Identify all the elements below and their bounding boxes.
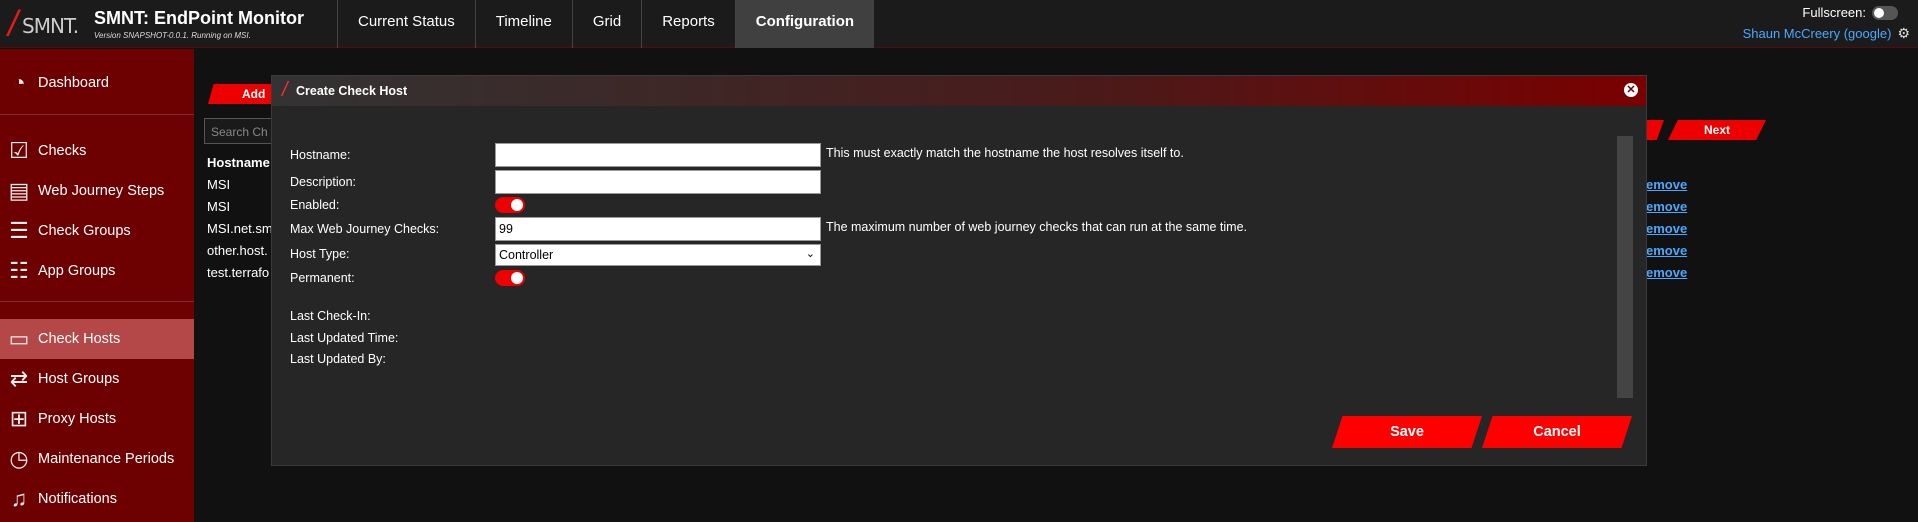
sidebar-item-label: Host Groups [38,371,120,387]
sidebar-item-label: Web Journey Steps [38,183,165,199]
close-icon[interactable]: ✕ [1624,83,1638,97]
app-logo[interactable]: / SMNT. [6,6,80,42]
next-page-button[interactable]: Next [1668,120,1766,140]
dialog-header: / Create Check Host ✕ [272,76,1646,106]
host-type-select[interactable]: Controller ⌄ [495,244,821,266]
enabled-label: Enabled: [290,198,340,212]
hostname-label: Hostname: [290,148,351,162]
description-field[interactable] [495,170,821,194]
sidebar-item-proxy-hosts[interactable]: ⊞ Proxy Hosts [0,399,194,439]
sidebar-item-label: App Groups [38,263,116,279]
main-nav: Current Status Timeline Grid Reports Con… [337,0,875,48]
sidebar-item-check-groups[interactable]: ☰ Check Groups [0,211,194,251]
sidebar-item-label: Dashboard [38,75,109,91]
sidebar-item-app-groups[interactable]: ☷ App Groups [0,251,194,291]
sidebar-item-host-groups[interactable]: ⇄ Host Groups [0,359,194,399]
table-row: MSI [207,177,231,192]
search-input[interactable]: Search Ch [204,118,274,144]
sidebar-item-label: Checks [38,143,87,159]
remove-link[interactable]: emove [1646,177,1687,192]
tab-current-status[interactable]: Current Status [337,0,475,48]
sidebar-item-web-journey-steps[interactable]: ▤ Web Journey Steps [0,171,194,211]
sidebar-item-label: Check Hosts [38,331,121,347]
description-label: Description: [290,175,356,189]
logo-text: SMNT. [22,14,79,38]
sidebar-divider [0,114,194,115]
remove-link[interactable]: emove [1646,199,1687,214]
enabled-toggle[interactable] [495,197,525,213]
logo-slash: / [8,3,19,44]
host-group-icon: ⇄ [9,366,29,391]
permanent-label: Permanent: [290,271,355,285]
tab-configuration[interactable]: Configuration [734,0,875,48]
remove-link[interactable]: emove [1646,221,1687,236]
sidebar-item-maintenance-periods[interactable]: ◷ Maintenance Periods [0,439,194,479]
sidebar: ◔ Dashboard ☑ Checks ▤ Web Journey Steps… [0,49,194,522]
last-updated-by-label: Last Updated By: [290,352,386,366]
fullscreen-control: Fullscreen: [1802,5,1898,20]
last-check-in-label: Last Check-In: [290,309,371,323]
table-row: MSI [207,199,231,214]
sidebar-item-checks[interactable]: ☑ Checks [0,131,194,171]
last-updated-time-label: Last Updated Time: [290,331,399,345]
checkbox-icon: ☑ [9,138,29,163]
tab-timeline[interactable]: Timeline [474,0,572,48]
host-type-label: Host Type: [290,247,350,261]
top-bar: / SMNT. SMNT: EndPoint Monitor Version S… [0,0,1918,48]
table-row: test.terrafo [207,265,270,280]
sidebar-item-notifications[interactable]: ♫ Notifications [0,479,194,519]
tab-reports[interactable]: Reports [641,0,735,48]
app-version: Version SNAPSHOT-0.0.1. Running on MSI. [94,31,251,40]
max-web-journey-checks-field[interactable]: 99 [495,217,821,241]
clock-icon: ◷ [9,446,29,471]
cancel-button[interactable]: Cancel [1482,416,1632,448]
bell-icon: ♫ [10,486,28,511]
max-web-journey-checks-hint: The maximum number of web journey checks… [826,220,1248,234]
network-icon: ⊞ [9,406,29,431]
monitor-icon: ▭ [8,326,30,351]
create-check-host-dialog: / Create Check Host ✕ Hostname: This mus… [271,75,1647,466]
sidebar-item-label: Proxy Hosts [38,411,117,427]
fullscreen-toggle[interactable] [1872,5,1898,20]
dialog-title: Create Check Host [296,84,408,98]
remove-link[interactable]: emove [1646,243,1687,258]
list-icon: ☷ [9,258,29,283]
gauge-icon: ◔ [12,70,26,95]
save-button[interactable]: Save [1332,416,1482,448]
table-row: other.host. [207,243,268,258]
chevron-down-icon: ⌄ [805,248,815,260]
table-row: MSI.net.sm [207,221,273,236]
sidebar-item-label: Check Groups [38,223,131,239]
permanent-toggle[interactable] [495,270,525,286]
remove-link[interactable]: emove [1646,265,1687,280]
user-link[interactable]: Shaun McCreery (google) [1743,26,1892,41]
hostname-hint: This must exactly match the hostname the… [826,146,1184,160]
user-area: Shaun McCreery (google) ⚙ [1743,25,1910,42]
dialog-scrollbar[interactable] [1617,136,1633,398]
table-header-hostname: Hostname [207,155,270,170]
hostname-field[interactable] [495,143,821,167]
gear-icon[interactable]: ⚙ [1897,25,1910,42]
tab-grid[interactable]: Grid [571,0,641,48]
host-type-value: Controller [499,248,554,262]
checklist-icon: ☰ [9,218,29,243]
sidebar-item-check-hosts[interactable]: ▭ Check Hosts [0,319,194,359]
sidebar-item-label: Maintenance Periods [38,451,175,467]
browser-icon: ▤ [8,178,30,203]
app-title: SMNT: EndPoint Monitor [94,8,304,28]
max-web-journey-checks-label: Max Web Journey Checks: [290,222,440,236]
sidebar-divider [0,301,194,302]
dialog-slash: / [282,79,288,101]
fullscreen-label: Fullscreen: [1802,5,1866,20]
add-button[interactable]: Add [208,84,278,104]
sidebar-item-dashboard[interactable]: ◔ Dashboard [0,63,194,103]
sidebar-item-label: Notifications [38,491,117,507]
